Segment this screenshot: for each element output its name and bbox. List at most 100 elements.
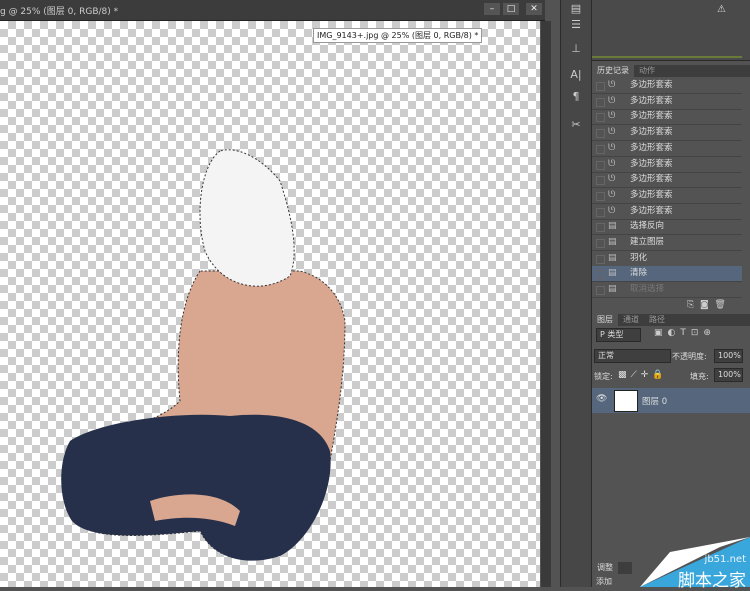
tab-history[interactable]: 历史记录 <box>592 65 634 77</box>
history-item-label: 多边形套索 <box>630 158 673 169</box>
fill-input[interactable]: 100% <box>714 368 743 382</box>
history-item[interactable]: ᘎ 多边形套索 <box>592 157 742 173</box>
snapshot-checkbox[interactable] <box>596 129 605 139</box>
opacity-input[interactable]: 100% <box>714 349 743 363</box>
history-item[interactable]: ᘎ 多边形套索 <box>592 172 742 189</box>
lasso-icon: ᘎ <box>608 127 616 138</box>
tab-paths[interactable]: 路径 <box>644 314 670 326</box>
document-icon: ▤ <box>608 221 617 232</box>
history-item-label: 多边形套索 <box>630 205 673 216</box>
close-button[interactable]: ✕ <box>526 3 542 15</box>
layer-name[interactable]: 图层 0 <box>642 395 667 407</box>
history-item[interactable]: ▤ 建立图层 <box>592 235 742 251</box>
tab-channels[interactable]: 通道 <box>618 314 644 326</box>
snapshot-checkbox[interactable] <box>596 113 605 123</box>
history-item-label: 取消选择 <box>630 284 665 295</box>
tab-actions[interactable]: 动作 <box>634 65 660 77</box>
tab-layers[interactable]: 图层 <box>592 314 618 326</box>
person-figure <box>61 149 346 561</box>
lock-label: 锁定: <box>594 372 613 381</box>
history-item[interactable]: ᘎ 多边形套索 <box>592 188 742 204</box>
vertical-scrollbar[interactable] <box>541 21 551 587</box>
layer-row[interactable]: 👁 图层 0 <box>592 388 750 413</box>
history-item-label: 建立图层 <box>630 237 665 247</box>
snapshot-checkbox[interactable] <box>596 254 605 264</box>
history-item-label: 多边形套索 <box>630 95 673 106</box>
history-item-label: 多边形套索 <box>630 174 673 185</box>
watermark-url: jb51.net <box>704 554 746 565</box>
history-item-label: 多边形套索 <box>630 189 673 200</box>
paragraph-icon[interactable]: ¶ <box>567 90 585 103</box>
history-item-label: 选择反向 <box>630 221 665 232</box>
snapshot-checkbox[interactable] <box>596 191 605 201</box>
snapshot-checkbox[interactable] <box>596 223 605 233</box>
history-item[interactable]: ᘎ 多边形套索 <box>592 125 742 142</box>
panel-icon[interactable]: ▤ <box>567 2 585 15</box>
document-icon: ▤ <box>608 284 617 295</box>
snapshot-checkbox[interactable] <box>596 97 605 107</box>
history-item-label: 多边形套索 <box>630 127 673 138</box>
character-icon[interactable]: A| <box>567 68 585 81</box>
snapshot-checkbox[interactable] <box>596 239 605 248</box>
snapshot-checkbox[interactable] <box>596 270 605 280</box>
document-title-bar: g @ 25% (图层 0, RGB/8) * – □ ✕ <box>0 0 545 21</box>
camera-icon[interactable]: ◙ <box>700 300 709 310</box>
snapshot-checkbox[interactable] <box>596 82 605 91</box>
document-icon: ▤ <box>608 268 617 279</box>
lasso-icon: ᘎ <box>608 174 616 185</box>
maximize-button[interactable]: □ <box>503 3 519 15</box>
tool-presets-icon[interactable]: ✂ <box>567 118 585 131</box>
lock-icons[interactable]: ▩⟋✛🔒 <box>618 370 668 380</box>
lasso-icon: ᘎ <box>608 111 616 122</box>
warning-icon: ⚠ <box>717 4 726 15</box>
lasso-icon: ᘎ <box>608 95 616 106</box>
watermark-name: 脚本之家 <box>678 571 746 591</box>
lasso-icon: ᘎ <box>608 158 616 169</box>
history-item[interactable]: ᘎ 多边形套索 <box>592 141 742 157</box>
snapshot-checkbox[interactable] <box>596 207 605 217</box>
panel-icon-strip: ▤ ☰ ⊥ A| ¶ ✂ <box>560 0 592 587</box>
filter-icons[interactable]: ▣◐T⊡⊕ <box>654 328 716 338</box>
trash-icon[interactable]: 🗑 <box>714 300 725 310</box>
history-item[interactable]: ᘎ 多边形套索 <box>592 109 742 126</box>
history-item[interactable]: ▤ 羽化 <box>592 251 742 267</box>
stamp-icon[interactable]: ⊥ <box>567 42 585 55</box>
history-item-label: 清除 <box>630 268 648 279</box>
visibility-eye-icon[interactable]: 👁 <box>596 394 607 404</box>
new-doc-icon[interactable]: ⎘ <box>687 300 694 310</box>
document-title: g @ 25% (图层 0, RGB/8) * <box>0 7 119 17</box>
adjust-icon[interactable]: ☰ <box>567 18 585 31</box>
history-item[interactable]: ᘎ 多边形套索 <box>592 78 742 94</box>
history-item[interactable]: ▤ 取消选择 <box>592 282 742 299</box>
image-canvas[interactable] <box>0 21 540 587</box>
right-panel: ⚠ 历史记录 动作 ᘎ 多边形套索 ᘎ 多边形套索 ᘎ 多边形套索 ᘎ 多边形套索 ᘎ 多边形套索 ᘎ… <box>592 0 750 587</box>
minimize-button[interactable]: – <box>484 3 500 15</box>
layer-filter-select[interactable]: P 类型 <box>596 328 641 342</box>
history-item-label: 羽化 <box>630 252 648 263</box>
history-item[interactable]: ᘎ 多边形套索 <box>592 204 742 220</box>
history-item[interactable]: ▤ 选择反向 <box>592 219 742 236</box>
lasso-icon: ᘎ <box>608 189 616 200</box>
history-item-label: 多边形套索 <box>630 142 673 153</box>
watermark-logo: jb51.net 脚本之家 <box>610 532 750 591</box>
layer-thumbnail <box>614 390 638 412</box>
history-footer: ⎘ ◙ 🗑 <box>687 300 726 310</box>
snapshot-checkbox[interactable] <box>596 286 605 296</box>
fill-label: 填充: <box>690 372 709 381</box>
opacity-label: 不透明度: <box>672 352 707 361</box>
history-item[interactable]: ▤ 清除 <box>592 266 742 283</box>
snapshot-checkbox[interactable] <box>596 176 605 186</box>
history-tabs: 历史记录 动作 <box>592 65 750 77</box>
history-item[interactable]: ᘎ 多边形套索 <box>592 94 742 110</box>
document-tooltip: IMG_9143+.jpg @ 25% (图层 0, RGB/8) * <box>313 28 483 43</box>
lasso-icon: ᘎ <box>608 80 616 90</box>
history-item-label: 多边形套索 <box>630 111 673 122</box>
layers-tabs: 图层 通道 路径 <box>592 314 750 326</box>
snapshot-checkbox[interactable] <box>596 144 605 154</box>
histogram-bar <box>592 56 742 58</box>
history-item-label: 多边形套索 <box>630 80 673 90</box>
blend-mode-select[interactable]: 正常 <box>594 349 671 363</box>
document-icon: ▤ <box>608 237 617 247</box>
lasso-icon: ᘎ <box>608 205 616 216</box>
snapshot-checkbox[interactable] <box>596 160 605 170</box>
